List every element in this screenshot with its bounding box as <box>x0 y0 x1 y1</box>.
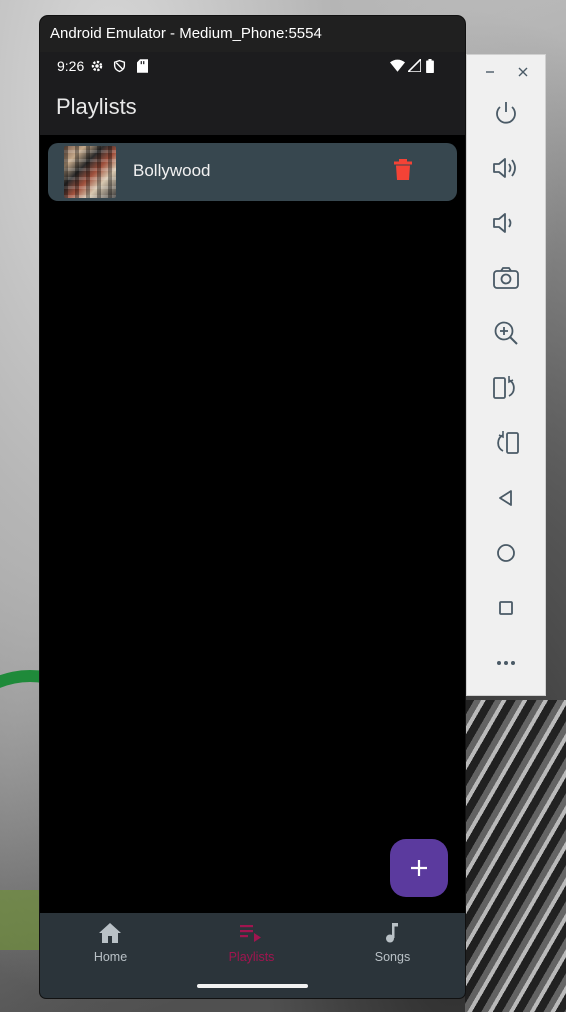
power-icon[interactable] <box>489 96 523 130</box>
app-bar: Playlists <box>40 80 465 135</box>
volume-down-icon[interactable] <box>489 206 523 240</box>
sd-card-icon <box>137 59 148 76</box>
nav-item-playlists[interactable]: Playlists <box>181 913 322 983</box>
volume-up-icon[interactable] <box>489 151 523 185</box>
close-icon[interactable] <box>512 61 534 83</box>
gesture-handle[interactable] <box>197 984 308 988</box>
signal-icon <box>406 57 422 75</box>
shield-icon <box>113 59 126 76</box>
page-title: Playlists <box>56 94 137 119</box>
music-note-icon <box>386 923 398 943</box>
bottom-navigation: Home Playlists Songs <box>40 913 465 998</box>
rotate-left-icon[interactable] <box>489 371 523 405</box>
toolbar-window-controls <box>467 55 547 89</box>
playlist-name: Bollywood <box>133 161 211 180</box>
emulator-title-bar[interactable]: Android Emulator - Medium_Phone:5554 <box>40 16 465 52</box>
battery-icon <box>426 59 434 76</box>
playlist-list: Bollywood <box>48 143 457 201</box>
nav-label-playlists: Playlists <box>228 950 275 964</box>
minimize-icon[interactable] <box>479 61 501 83</box>
status-time: 9:26 <box>57 58 85 74</box>
nav-label-songs: Songs <box>374 950 411 964</box>
settings-icon <box>90 59 104 76</box>
nav-item-home[interactable]: Home <box>40 913 181 983</box>
home-icon <box>99 923 121 943</box>
phone-screen: 9:26 Playlists Bollywood Home Playlists … <box>40 52 465 998</box>
delete-icon[interactable] <box>394 159 418 185</box>
plus-icon <box>411 860 427 876</box>
wallpaper-green-shape <box>0 890 40 950</box>
home-circle-icon[interactable] <box>489 536 523 570</box>
rotate-right-icon[interactable] <box>489 426 523 460</box>
emulator-title: Android Emulator - Medium_Phone:5554 <box>50 25 322 42</box>
add-playlist-button[interactable] <box>390 839 448 897</box>
wifi-icon <box>390 59 405 75</box>
camera-icon[interactable] <box>489 261 523 295</box>
playlist-thumbnail <box>64 146 116 198</box>
nav-item-songs[interactable]: Songs <box>322 913 463 983</box>
overview-icon[interactable] <box>489 591 523 625</box>
zoom-in-icon[interactable] <box>489 316 523 350</box>
emulator-toolbar <box>466 54 546 696</box>
back-icon[interactable] <box>489 481 523 515</box>
playlist-item[interactable]: Bollywood <box>48 143 457 201</box>
wallpaper-brush-strokes <box>465 700 566 1012</box>
nav-label-home: Home <box>93 950 128 964</box>
more-icon[interactable] <box>489 646 523 680</box>
playlist-icon <box>240 925 261 942</box>
emulator-window: Android Emulator - Medium_Phone:5554 9:2… <box>40 16 465 998</box>
status-bar: 9:26 <box>40 52 465 80</box>
